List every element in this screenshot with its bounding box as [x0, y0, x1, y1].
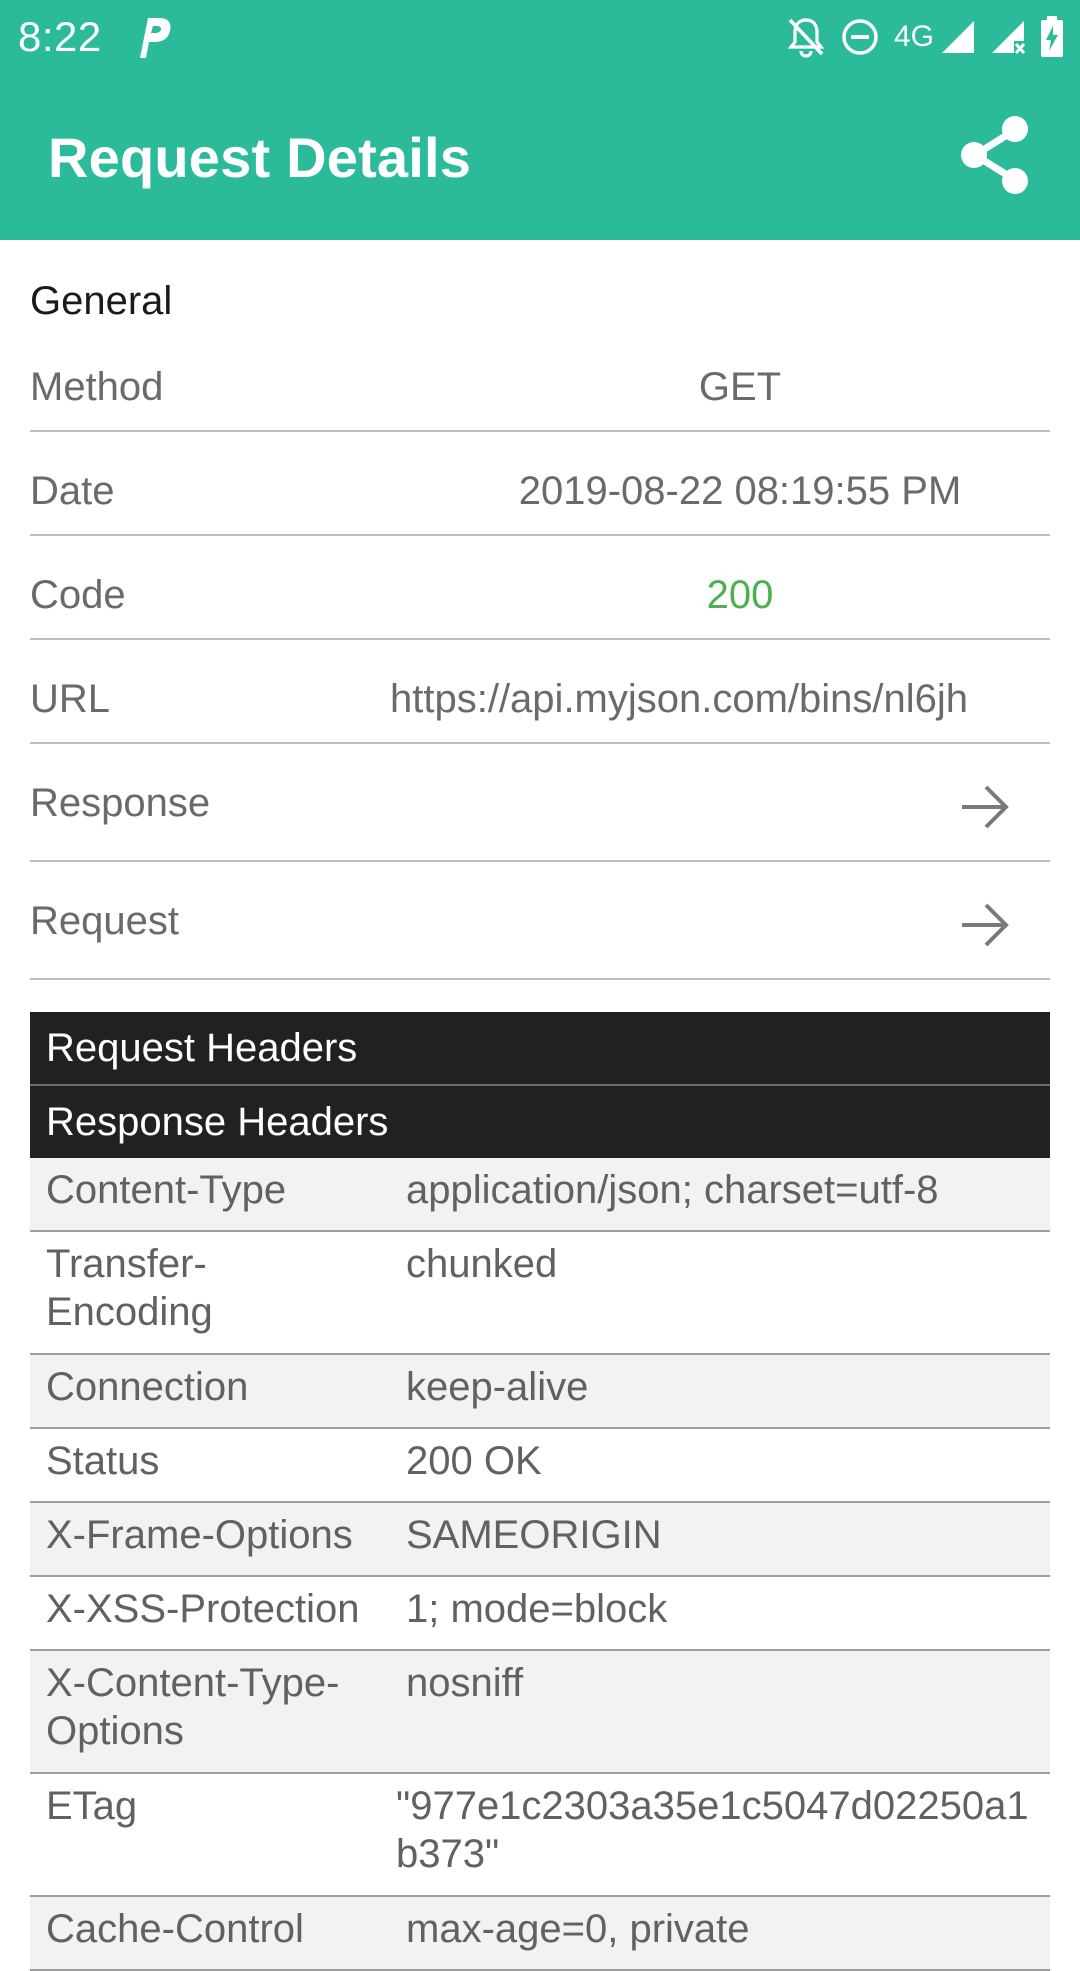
status-time: 8:22 [18, 13, 102, 60]
header-value: "977e1c2303a35e1c5047d02250a1b373" [396, 1784, 1029, 1876]
request-link-row[interactable]: Request [30, 862, 1050, 980]
arrow-right-icon [962, 785, 1009, 829]
general-value: 2019-08-22 08:19:55 PM [518, 469, 962, 513]
table-row: ETag "977e1c2303a35e1c5047d02250a1b373" [30, 1774, 1050, 1897]
page-title: Request Details [48, 126, 472, 189]
header-key: Cache-Control [46, 1907, 304, 1951]
general-row-url: URL https://api.myjson.com/bins/nl6jh [30, 640, 1050, 744]
url-value: https://api.myjson.com/bins/nl6jh [390, 677, 969, 721]
table-row: X-Frame-Options SAMEORIGIN [30, 1503, 1050, 1577]
general-row-date: Date 2019-08-22 08:19:55 PM [30, 432, 1050, 536]
general-label: Date [30, 469, 115, 513]
general-value: GET [698, 365, 782, 409]
request-link-label: Request [30, 899, 179, 943]
app-bar: 8:22 4G Request Details [0, 0, 1080, 240]
table-row: Connection keep-alive [30, 1355, 1050, 1429]
header-value: chunked [406, 1242, 558, 1286]
response-link-label: Response [30, 781, 211, 825]
header-value: keep-alive [406, 1365, 589, 1409]
header-value: max-age=0, private [406, 1907, 750, 1951]
status-code-value: 200 [706, 573, 774, 617]
table-row: X-Content-Type-Options nosniff [30, 1651, 1050, 1774]
general-row-method: Method GET [30, 362, 1050, 432]
response-headers-toggle[interactable]: Response Headers [30, 1086, 1050, 1158]
request-headers-toggle[interactable]: Request Headers [30, 1012, 1050, 1084]
table-row: X-XSS-Protection 1; mode=block [30, 1577, 1050, 1651]
network-type: 4G [893, 20, 934, 53]
header-key: X-XSS-Protection [46, 1587, 360, 1631]
header-value: 200 OK [406, 1439, 542, 1483]
notifications-off-icon [787, 18, 825, 58]
signal-icon [942, 21, 974, 53]
status-icons: 4G [786, 12, 1064, 62]
header-key: Connection [46, 1365, 249, 1409]
header-key: Status [46, 1439, 160, 1483]
general-label: URL [30, 677, 111, 721]
general-label: Code [30, 573, 126, 617]
table-row: Status 200 OK [30, 1429, 1050, 1503]
header-key: ETag [46, 1784, 138, 1828]
do-not-disturb-icon [842, 19, 878, 55]
general-label: Method [30, 365, 164, 409]
header-key: X-Content-Type-Options [46, 1661, 340, 1753]
header-value: application/json; charset=utf-8 [406, 1168, 939, 1212]
general-row-code: Code 200 [30, 536, 1050, 640]
response-headers-table: Content-Type application/json; charset=u… [30, 1158, 1050, 1971]
header-key: Transfer-Encoding [46, 1242, 213, 1334]
header-value: SAMEORIGIN [406, 1513, 662, 1557]
header-key: Content-Type [46, 1168, 287, 1212]
response-link-row[interactable]: Response [30, 744, 1050, 862]
table-row: Content-Type application/json; charset=u… [30, 1158, 1050, 1232]
table-row: Cache-Control max-age=0, private [30, 1897, 1050, 1971]
arrow-right-icon [962, 903, 1009, 947]
battery-charging-icon [1041, 16, 1063, 57]
share-button[interactable] [950, 106, 1040, 204]
general-section-title: General [30, 279, 173, 323]
header-key: X-Frame-Options [46, 1513, 353, 1557]
signal-no-data-icon [992, 21, 1026, 54]
parking-app-icon [140, 18, 171, 58]
table-row: Transfer-Encoding chunked [30, 1232, 1050, 1355]
status-bar: 8:22 4G [0, 0, 1080, 76]
share-icon [961, 116, 1028, 194]
header-value: nosniff [406, 1661, 524, 1705]
header-value: 1; mode=block [406, 1587, 668, 1631]
